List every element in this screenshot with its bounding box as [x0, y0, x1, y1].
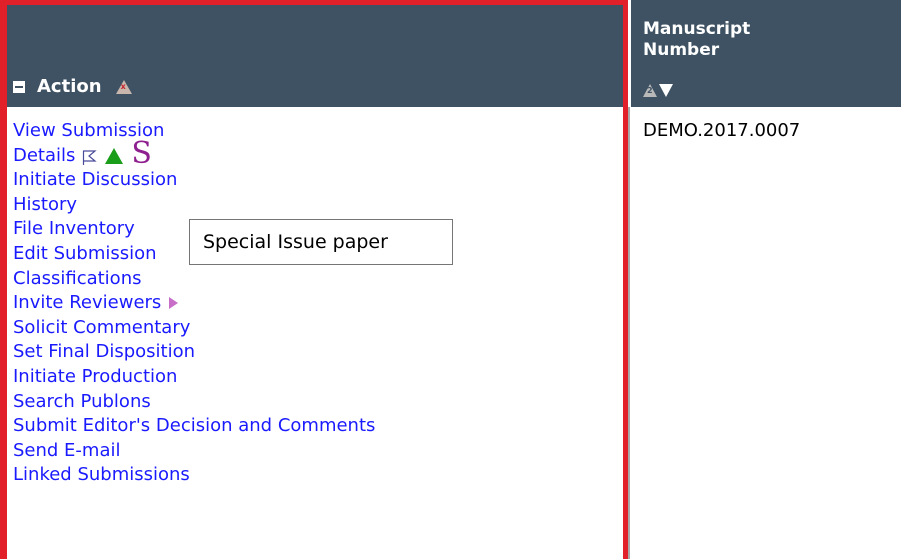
table-header-row: [0, 0, 901, 107]
invite-reviewers-link[interactable]: Invite Reviewers: [13, 291, 375, 316]
history-link[interactable]: History: [13, 193, 375, 218]
special-issue-tooltip: Special Issue paper: [189, 219, 453, 265]
initiate-production-link[interactable]: Initiate Production: [13, 365, 375, 390]
submit-editor-decision-link[interactable]: Submit Editor's Decision and Comments: [13, 414, 375, 439]
submissions-table: Action x Manuscript Number 2 View Submis…: [0, 0, 901, 559]
play-arrow-icon[interactable]: [169, 297, 179, 310]
manuscript-header-line2: Number: [643, 40, 720, 60]
sort-controls: 2: [643, 84, 673, 97]
set-final-disposition-link[interactable]: Set Final Disposition: [13, 340, 375, 365]
link-label: Initiate Production: [13, 365, 178, 387]
details-link[interactable]: Details S: [13, 138, 375, 168]
action-column-header: Action x: [13, 76, 132, 97]
sort-descending-icon[interactable]: [659, 84, 673, 97]
link-label: Invite Reviewers: [13, 292, 162, 314]
link-label: Linked Submissions: [13, 464, 190, 486]
column-divider: [628, 0, 631, 107]
link-label: Send E-mail: [13, 439, 121, 461]
action-header-label[interactable]: Action: [37, 76, 102, 97]
manuscript-number-column-header[interactable]: Manuscript Number: [643, 19, 750, 61]
classifications-link[interactable]: Classifications: [13, 267, 375, 292]
green-triangle-icon: [105, 147, 124, 164]
sort-order-number: 2: [647, 86, 653, 95]
flag-icon[interactable]: [81, 148, 98, 165]
initiate-discussion-link[interactable]: Initiate Discussion: [13, 168, 375, 193]
link-label: Edit Submission: [13, 242, 157, 264]
link-label: Submit Editor's Decision and Comments: [13, 415, 376, 437]
link-label: Solicit Commentary: [13, 316, 191, 338]
send-email-link[interactable]: Send E-mail: [13, 439, 375, 464]
column-divider: [628, 107, 630, 559]
sort-remove-icon[interactable]: x: [115, 79, 132, 94]
view-submission-link[interactable]: View Submission: [13, 119, 375, 144]
collapse-icon[interactable]: [13, 80, 25, 93]
link-label: File Inventory: [13, 218, 135, 240]
link-label: Search Publons: [13, 390, 151, 412]
special-issue-icon[interactable]: S: [131, 138, 152, 168]
link-label: Set Final Disposition: [13, 341, 196, 363]
sort-ascending-icon[interactable]: 2: [643, 84, 657, 97]
search-publons-link[interactable]: Search Publons: [13, 390, 375, 415]
link-label: Initiate Discussion: [13, 169, 178, 191]
link-label: Classifications: [13, 267, 142, 289]
manuscript-header-line1: Manuscript: [643, 19, 751, 39]
manuscript-number-cell: DEMO.2017.0007: [643, 120, 801, 141]
link-label: Details: [13, 144, 76, 166]
action-links-list: View Submission Details S Initiate Discu…: [13, 119, 375, 488]
link-label: History: [13, 193, 78, 215]
solicit-commentary-link[interactable]: Solicit Commentary: [13, 316, 375, 341]
linked-submissions-link[interactable]: Linked Submissions: [13, 463, 375, 488]
